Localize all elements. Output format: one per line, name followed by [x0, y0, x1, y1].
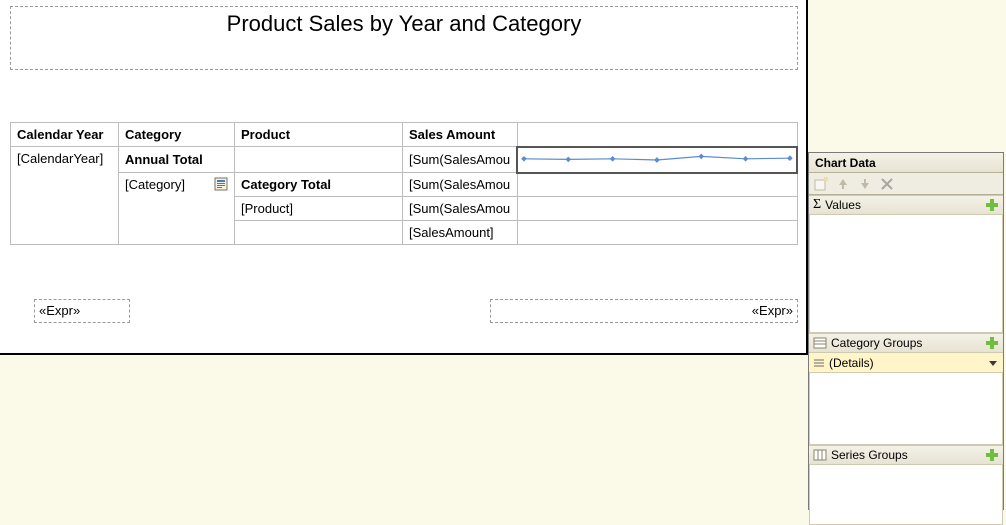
cell-annual-total-product[interactable] [235, 147, 403, 173]
report-design-surface[interactable]: Product Sales by Year and Category Calen… [0, 0, 808, 355]
chart-data-toolbar [809, 173, 1003, 195]
details-dropdown-icon[interactable] [987, 357, 999, 369]
add-series-group-icon[interactable] [985, 448, 999, 462]
cell-category-text: [Category] [125, 177, 185, 192]
details-label: (Details) [829, 356, 874, 370]
new-field-icon[interactable] [813, 176, 829, 192]
delete-icon[interactable] [879, 176, 895, 192]
category-group-details-item[interactable]: (Details) [809, 353, 1003, 373]
report-title-text: Product Sales by Year and Category [227, 11, 582, 36]
tablix-row-category-total[interactable]: [Category] Category Total [Sum(SalesAmou [11, 173, 798, 197]
group-indicator-icon [214, 177, 228, 191]
series-groups-icon [813, 448, 827, 462]
cell-calendar-year[interactable]: [CalendarYear] [11, 147, 119, 245]
category-groups-icon [813, 336, 827, 350]
cell-product[interactable]: [Product] [235, 197, 403, 221]
sparkline-chart [518, 148, 796, 172]
cell-product-amount[interactable]: [Sum(SalesAmou [403, 197, 518, 221]
move-down-icon[interactable] [857, 176, 873, 192]
category-groups-section-header[interactable]: Category Groups [809, 333, 1003, 353]
header-product[interactable]: Product [235, 123, 403, 147]
category-groups-label: Category Groups [831, 336, 922, 350]
tablix-region[interactable]: Calendar Year Category Product Sales Amo… [10, 122, 798, 245]
cell-detail-product[interactable] [235, 221, 403, 245]
header-calendar-year[interactable]: Calendar Year [11, 123, 119, 147]
cell-category-total-label[interactable]: Category Total [235, 173, 403, 197]
details-icon [813, 357, 825, 369]
cell-category[interactable]: [Category] [119, 173, 235, 245]
report-title-textbox[interactable]: Product Sales by Year and Category [10, 6, 798, 70]
add-value-icon[interactable] [985, 198, 999, 212]
cell-detail-amount[interactable]: [SalesAmount] [403, 221, 518, 245]
chart-data-panel[interactable]: Chart Data Σ Values Category Groups [808, 152, 1004, 510]
chart-data-panel-title[interactable]: Chart Data [809, 153, 1003, 173]
footer-right-expression[interactable]: «Expr» [490, 299, 798, 323]
header-sales-amount[interactable]: Sales Amount [403, 123, 518, 147]
series-groups-drop-zone[interactable] [809, 465, 1003, 525]
values-section-header[interactable]: Σ Values [809, 195, 1003, 215]
cell-product-spark[interactable] [517, 197, 797, 221]
cell-category-total-amount[interactable]: [Sum(SalesAmou [403, 173, 518, 197]
category-groups-drop-zone[interactable] [809, 373, 1003, 445]
header-sparkline-col[interactable] [517, 123, 797, 147]
footer-left-expression[interactable]: «Expr» [34, 299, 130, 323]
tablix-row-annual-total[interactable]: [CalendarYear] Annual Total [Sum(SalesAm… [11, 147, 798, 173]
tablix-header-row[interactable]: Calendar Year Category Product Sales Amo… [11, 123, 798, 147]
sigma-icon: Σ [813, 197, 821, 213]
series-groups-label: Series Groups [831, 448, 908, 462]
move-up-icon[interactable] [835, 176, 851, 192]
series-groups-section-header[interactable]: Series Groups [809, 445, 1003, 465]
cell-category-total-spark[interactable] [517, 173, 797, 197]
values-label: Values [825, 198, 861, 212]
cell-detail-spark[interactable] [517, 221, 797, 245]
values-drop-zone[interactable] [809, 215, 1003, 333]
cell-annual-total-amount[interactable]: [Sum(SalesAmou [403, 147, 518, 173]
sparkline-chart-cell[interactable] [517, 147, 797, 173]
add-category-group-icon[interactable] [985, 336, 999, 350]
cell-annual-total-label[interactable]: Annual Total [119, 147, 235, 173]
header-category[interactable]: Category [119, 123, 235, 147]
